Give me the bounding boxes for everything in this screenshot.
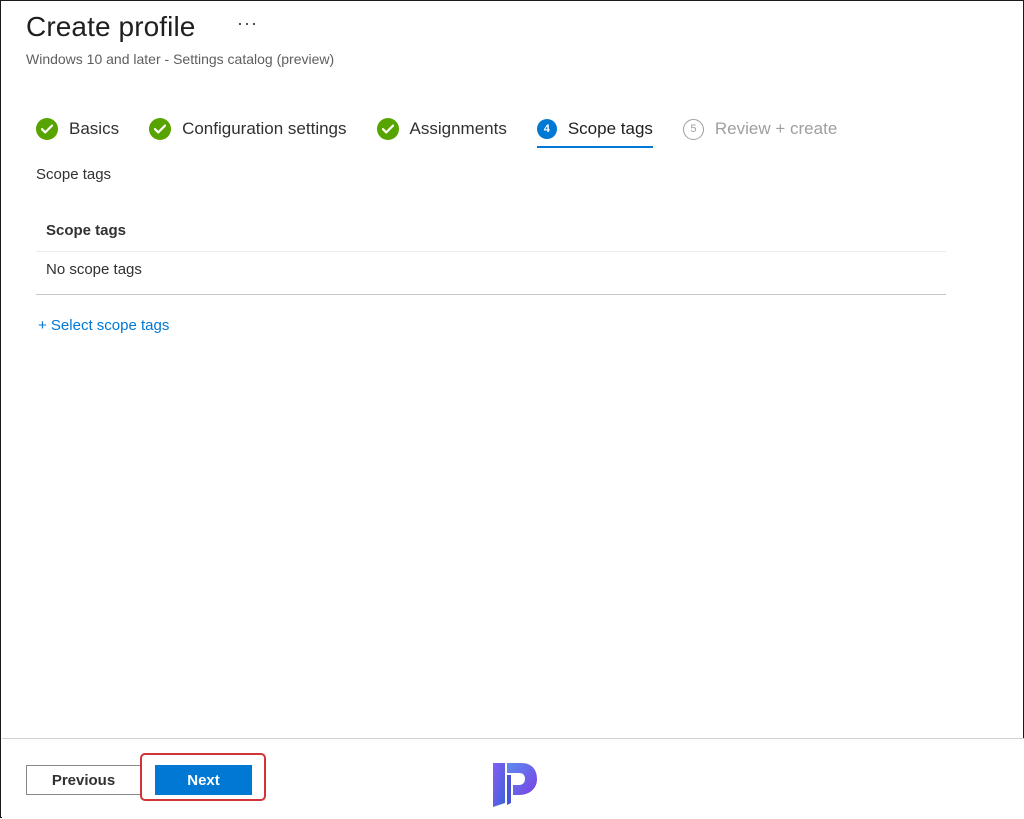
table-header: Scope tags <box>36 211 946 252</box>
step-label-scope-tags: Scope tags <box>568 119 653 139</box>
check-circle-icon <box>377 118 399 140</box>
step-label-basics: Basics <box>69 119 119 139</box>
step-number-5: 5 <box>683 119 704 140</box>
wizard-steps: Basics Configuration settings Assignment… <box>36 113 837 145</box>
select-scope-tags-link[interactable]: + Select scope tags <box>38 317 169 334</box>
tab-configuration-settings[interactable]: Configuration settings <box>149 113 346 145</box>
footer-bar: Previous Next <box>2 738 1024 819</box>
page-subtitle: Windows 10 and later - Settings catalog … <box>26 51 334 67</box>
tab-review-create[interactable]: 5 Review + create <box>683 113 837 145</box>
previous-button[interactable]: Previous <box>26 765 141 795</box>
next-button[interactable]: Next <box>155 765 252 795</box>
p-logo-icon <box>491 759 539 809</box>
page-title: Create profile <box>26 11 195 43</box>
tab-scope-tags[interactable]: 4 Scope tags <box>537 113 653 145</box>
step-label-assignments: Assignments <box>410 119 507 139</box>
create-profile-window: Create profile ··· Windows 10 and later … <box>0 0 1024 818</box>
step-number-4: 4 <box>537 119 557 139</box>
scope-tags-table: Scope tags No scope tags <box>36 211 946 295</box>
step-label-review-create: Review + create <box>715 119 837 139</box>
tab-assignments[interactable]: Assignments <box>377 113 507 145</box>
check-circle-icon <box>36 118 58 140</box>
step-label-configuration-settings: Configuration settings <box>182 119 346 139</box>
section-label: Scope tags <box>36 166 111 183</box>
tab-basics[interactable]: Basics <box>36 113 119 145</box>
more-options-button[interactable]: ··· <box>237 13 258 34</box>
check-circle-icon <box>149 118 171 140</box>
table-row: No scope tags <box>36 252 946 295</box>
